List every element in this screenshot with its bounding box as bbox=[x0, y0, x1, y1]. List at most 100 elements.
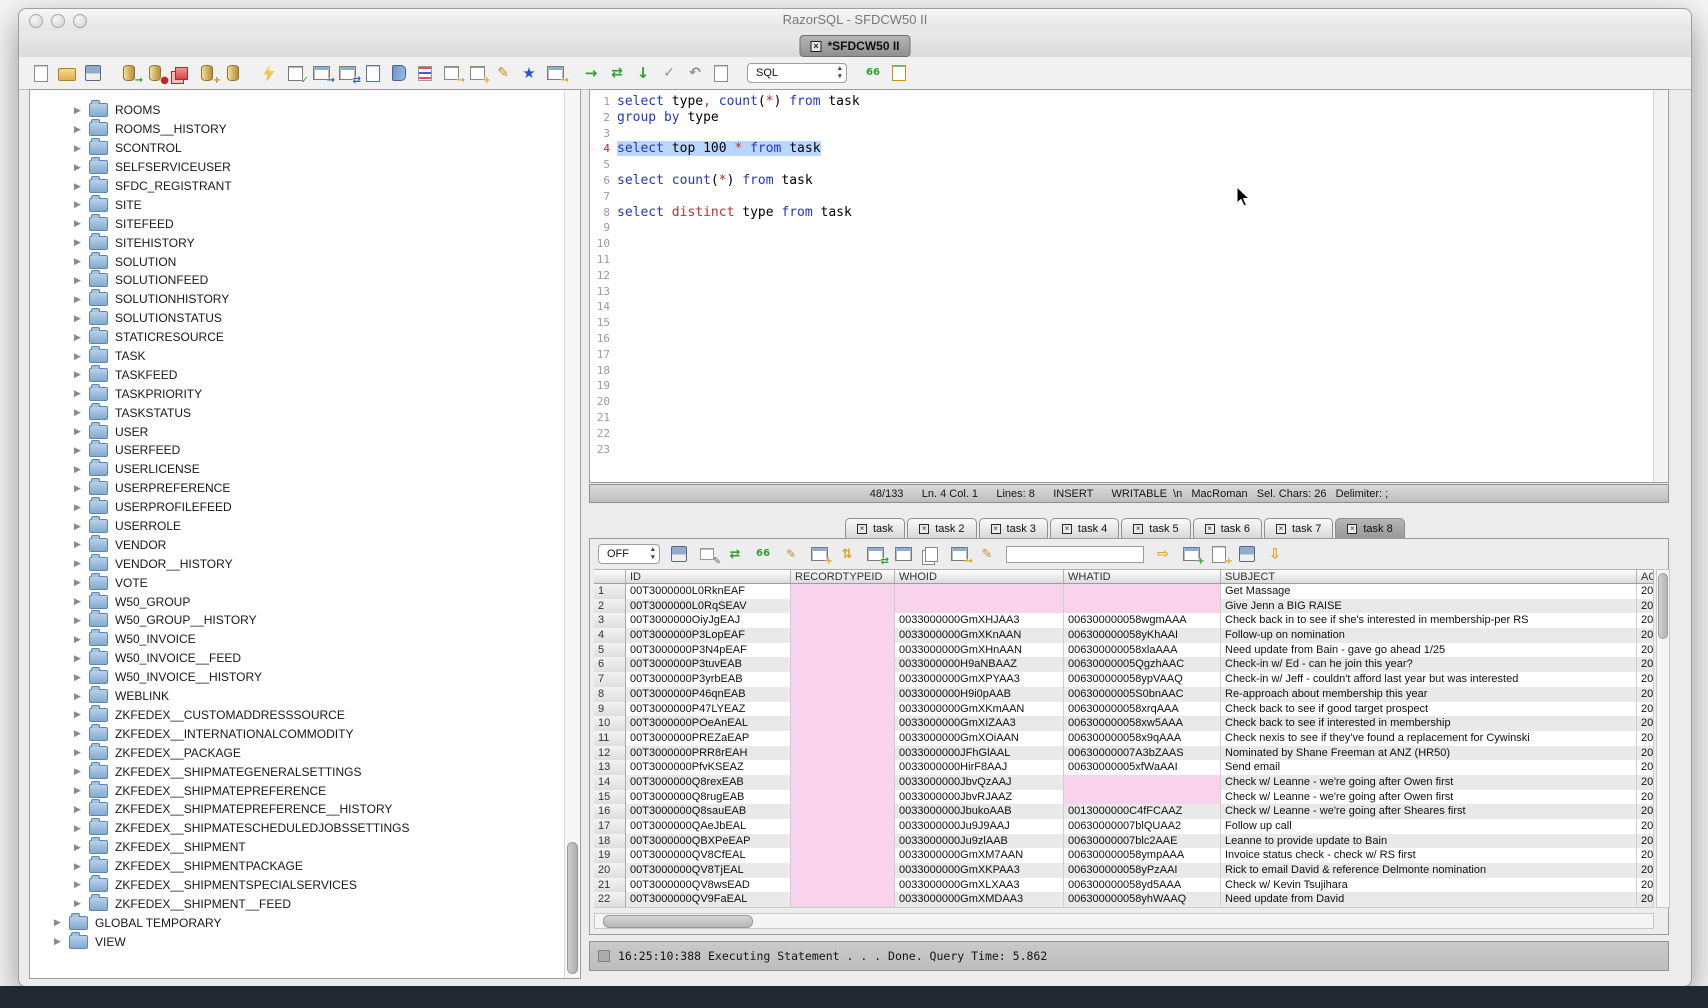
cell-recordtypeid[interactable] bbox=[791, 819, 895, 834]
history-doc-icon[interactable] bbox=[711, 63, 731, 83]
cell-num[interactable]: 3 bbox=[594, 613, 626, 628]
column-header-recordtypeid[interactable]: RECORDTYPEID bbox=[791, 569, 895, 584]
expand-triangle-icon[interactable]: ▶ bbox=[74, 634, 89, 645]
open-file-icon[interactable] bbox=[57, 63, 77, 83]
table-row[interactable]: 200T3000000L0RqSEAVGive Jenn a BIG RAISE… bbox=[594, 599, 1654, 614]
table-row[interactable]: 1900T3000000QV8CfEAL0033000000GmXM7AAN00… bbox=[594, 848, 1654, 863]
cell-recordtypeid[interactable] bbox=[791, 863, 895, 878]
table-row[interactable]: 900T3000000P47LYEAZ0033000000GmXKmAAN006… bbox=[594, 702, 1654, 717]
sidebar-item-solutionfeed[interactable]: ▶SOLUTIONFEED bbox=[30, 271, 564, 290]
expand-triangle-icon[interactable]: ▶ bbox=[74, 426, 89, 437]
expand-triangle-icon[interactable]: ▶ bbox=[74, 539, 89, 550]
cell-whoid[interactable] bbox=[895, 584, 1064, 599]
sidebar-item-w50_invoice[interactable]: ▶W50_INVOICE bbox=[30, 630, 564, 649]
cell-id[interactable]: 00T3000000QV8TjEAL bbox=[626, 863, 791, 878]
cell-whatid[interactable]: 006300000058yd5AAA bbox=[1064, 878, 1221, 893]
cell-subject[interactable]: Re-approach about membership this year bbox=[1221, 687, 1637, 702]
expand-triangle-icon[interactable]: ▶ bbox=[74, 709, 89, 720]
table-row[interactable]: 100T3000000L0RknEAFGet Massage200 bbox=[594, 584, 1654, 599]
cell-recordtypeid[interactable] bbox=[791, 628, 895, 643]
cell-recordtypeid[interactable] bbox=[791, 760, 895, 775]
expand-triangle-icon[interactable]: ▶ bbox=[74, 294, 89, 305]
cell-num[interactable]: 8 bbox=[594, 687, 626, 702]
table-row[interactable]: 1600T3000000Q8sauEAB0033000000JbukoAAB00… bbox=[594, 804, 1654, 819]
execute-icon[interactable] bbox=[259, 63, 279, 83]
cell-id[interactable]: 00T3000000P47LYEAZ bbox=[626, 702, 791, 717]
cell-whoid[interactable]: 0033000000GmXPYAA3 bbox=[895, 672, 1064, 687]
cell-whoid[interactable]: 0033000000Ju9J9AAJ bbox=[895, 819, 1064, 834]
sort-rows-icon[interactable]: ⇅ bbox=[837, 544, 857, 564]
cell-id[interactable]: 00T3000000Q8sauEAB bbox=[626, 804, 791, 819]
sidebar-item-task[interactable]: ▶TASK bbox=[30, 347, 564, 366]
favorites-star-icon[interactable]: ★ bbox=[519, 63, 539, 83]
db-duplicate-icon[interactable] bbox=[171, 63, 191, 83]
sidebar-item-w50_invoice__history[interactable]: ▶W50_INVOICE__HISTORY bbox=[30, 668, 564, 687]
cell-whoid[interactable]: 0033000000H9aNBAAZ bbox=[895, 657, 1064, 672]
cell-whatid[interactable]: 006300000058xrqAAA bbox=[1064, 702, 1221, 717]
cell-recordtypeid[interactable] bbox=[791, 584, 895, 599]
export-grid-icon[interactable]: → bbox=[949, 544, 969, 564]
cell-recordtypeid[interactable] bbox=[791, 613, 895, 628]
code-line[interactable] bbox=[617, 126, 1652, 142]
cell-whoid[interactable]: 0033000000Ju9zlAAB bbox=[895, 834, 1064, 849]
refresh-grid-icon[interactable]: ⇄ bbox=[725, 544, 745, 564]
cell-subject[interactable]: Check w/ Leanne - we're going after Owen… bbox=[1221, 775, 1637, 790]
sidebar-item-view[interactable]: ▶VIEW bbox=[30, 932, 564, 951]
sidebar-item-solution[interactable]: ▶SOLUTION bbox=[30, 252, 564, 271]
results-vertical-scrollbar-thumb[interactable] bbox=[1658, 573, 1668, 639]
cell-subject[interactable]: Follow up call bbox=[1221, 819, 1637, 834]
cell-id[interactable]: 00T3000000QV8wsEAD bbox=[626, 878, 791, 893]
save-all-icon[interactable] bbox=[1237, 544, 1257, 564]
edit-pencil-icon[interactable]: ✎ bbox=[493, 63, 513, 83]
reference-book-icon[interactable] bbox=[389, 63, 409, 83]
expand-triangle-icon[interactable]: ▶ bbox=[74, 445, 89, 456]
cell-num[interactable]: 4 bbox=[594, 628, 626, 643]
cell-recordtypeid[interactable] bbox=[791, 643, 895, 658]
table-export-icon[interactable]: → bbox=[311, 63, 331, 83]
go-forward-icon[interactable]: → bbox=[581, 63, 601, 83]
close-tab-icon[interactable]: × bbox=[1062, 524, 1072, 534]
expand-triangle-icon[interactable]: ▶ bbox=[74, 237, 89, 248]
notes-icon[interactable] bbox=[363, 63, 383, 83]
cell-activity[interactable]: 200 bbox=[1637, 819, 1654, 834]
cell-whatid[interactable]: 006300000058yPzAAI bbox=[1064, 863, 1221, 878]
cell-recordtypeid[interactable] bbox=[791, 790, 895, 805]
column-header-id[interactable]: ID bbox=[626, 569, 791, 584]
highlight-pen-icon[interactable]: ✎ bbox=[977, 544, 997, 564]
code-line[interactable]: select count(*) from task bbox=[617, 173, 1652, 189]
sidebar-item-sitehistory[interactable]: ▶SITEHISTORY bbox=[30, 233, 564, 252]
result-tab-task-2[interactable]: ×task 2 bbox=[907, 518, 976, 539]
expand-triangle-icon[interactable]: ▶ bbox=[74, 275, 89, 286]
sidebar-item-userrole[interactable]: ▶USERROLE bbox=[30, 517, 564, 536]
cell-activity[interactable]: 200 bbox=[1637, 643, 1654, 658]
expand-triangle-icon[interactable]: ▶ bbox=[74, 388, 89, 399]
panel-view-icon[interactable] bbox=[893, 544, 913, 564]
expand-triangle-icon[interactable]: ▶ bbox=[74, 804, 89, 815]
table-row[interactable]: 1500T3000000Q8rugEAB0033000000JbvRJAAZCh… bbox=[594, 790, 1654, 805]
cell-subject[interactable]: Invoice status check - check w/ RS first bbox=[1221, 848, 1637, 863]
sidebar-item-staticresource[interactable]: ▶STATICRESOURCE bbox=[30, 328, 564, 347]
expand-triangle-icon[interactable]: ▶ bbox=[74, 521, 89, 532]
cell-recordtypeid[interactable] bbox=[791, 657, 895, 672]
sql-editor[interactable]: 1234567891011121314151617181920212223 se… bbox=[589, 89, 1669, 483]
checklist-icon[interactable]: ✓ bbox=[285, 63, 305, 83]
expand-triangle-icon[interactable]: ▶ bbox=[74, 369, 89, 380]
go-down-icon[interactable]: ↓ bbox=[633, 63, 653, 83]
cell-num[interactable]: 22 bbox=[594, 892, 626, 907]
expand-triangle-icon[interactable]: ▶ bbox=[74, 199, 89, 210]
sidebar-item-zkfedex__shipmentspecialservices[interactable]: ▶ZKFEDEX__SHIPMENTSPECIALSERVICES bbox=[30, 876, 564, 895]
cell-whatid[interactable]: 00630000005S0bnAAC bbox=[1064, 687, 1221, 702]
cell-subject[interactable]: Follow-up on nomination bbox=[1221, 628, 1637, 643]
cell-activity[interactable]: 200 bbox=[1637, 746, 1654, 761]
expand-triangle-icon[interactable]: ▶ bbox=[54, 917, 69, 928]
expand-triangle-icon[interactable]: ▶ bbox=[74, 879, 89, 890]
cell-activity[interactable]: 200 bbox=[1637, 804, 1654, 819]
cell-num[interactable]: 9 bbox=[594, 702, 626, 717]
table-row[interactable]: 1000T3000000POeAnEAL0033000000GmXIZAA300… bbox=[594, 716, 1654, 731]
cell-whatid[interactable]: 006300000058ypVAAQ bbox=[1064, 672, 1221, 687]
close-tab-icon[interactable]: × bbox=[1276, 524, 1286, 534]
cell-num[interactable]: 20 bbox=[594, 863, 626, 878]
table-row[interactable]: 2000T3000000QV8TjEAL0033000000GmXKPAA300… bbox=[594, 863, 1654, 878]
view-glasses-icon[interactable]: 66 bbox=[753, 544, 773, 564]
cell-subject[interactable]: Check back to see if good target prospec… bbox=[1221, 702, 1637, 717]
